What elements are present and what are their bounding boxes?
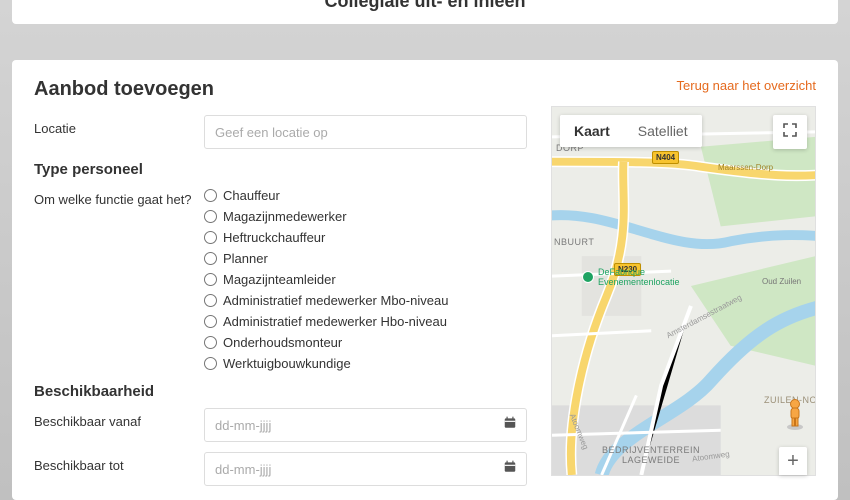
poi-label: DeFabrique Evenementenlocatie	[598, 267, 680, 287]
map-fullscreen-button[interactable]	[773, 115, 807, 149]
radio-onderhoudsmonteur[interactable]: Onderhoudsmonteur	[204, 335, 527, 350]
row-vanaf: Beschikbaar vanaf	[34, 408, 527, 442]
input-beschikbaar-vanaf[interactable]	[204, 408, 527, 442]
label-vanaf: Beschikbaar vanaf	[34, 408, 204, 429]
radio-input-werktuigbouwkundige[interactable]	[204, 357, 217, 370]
radio-admin-hbo[interactable]: Administratief medewerker Hbo-niveau	[204, 314, 527, 329]
radio-input-planner[interactable]	[204, 252, 217, 265]
map-type-satelliet-button[interactable]: Satelliet	[624, 115, 702, 147]
radio-input-admin-mbo[interactable]	[204, 294, 217, 307]
label-locatie: Locatie	[34, 115, 204, 136]
input-locatie[interactable]	[204, 115, 527, 149]
radio-input-magazijnteamleider[interactable]	[204, 273, 217, 286]
map-label-oudzuilen: Oud Zuilen	[762, 277, 801, 286]
radio-chauffeur[interactable]: Chauffeur	[204, 188, 527, 203]
radio-planner[interactable]: Planner	[204, 251, 527, 266]
radio-label: Administratief medewerker Mbo-niveau	[223, 293, 448, 308]
input-beschikbaar-tot[interactable]	[204, 452, 527, 486]
heading-beschikbaarheid: Beschikbaarheid	[34, 383, 527, 400]
map-label-lageweide: BEDRIJVENTERREIN LAGEWEIDE	[602, 445, 700, 465]
map-label-maarssen: Maarssen-Dorp	[718, 163, 773, 172]
row-functie: Om welke functie gaat het? Chauffeur Mag…	[34, 186, 527, 371]
label-tot: Beschikbaar tot	[34, 452, 204, 473]
radio-input-heftruckchauffeur[interactable]	[204, 231, 217, 244]
form-column: Aanbod toevoegen Locatie Type personeel …	[34, 78, 527, 482]
radio-list-functie: Chauffeur Magazijnmedewerker Heftruckcha…	[204, 186, 527, 371]
map-zoom-in-button[interactable]: +	[779, 447, 807, 475]
radio-input-chauffeur[interactable]	[204, 189, 217, 202]
radio-label: Administratief medewerker Hbo-niveau	[223, 314, 447, 329]
heading-type-personeel: Type personeel	[34, 161, 527, 178]
banner-title: Collegiale uit- en inleen	[324, 0, 525, 11]
map-type-control: Kaart Satelliet	[560, 115, 702, 147]
radio-magazijnmedewerker[interactable]: Magazijnmedewerker	[204, 209, 527, 224]
row-tot: Beschikbaar tot	[34, 452, 527, 486]
radio-label: Magazijnteamleider	[223, 272, 336, 287]
label-functie: Om welke functie gaat het?	[34, 186, 204, 207]
map-canvas[interactable]: DORP Maarssen-Dorp N404 NBUURT N230 DeFa…	[552, 107, 815, 475]
radio-label: Onderhoudsmonteur	[223, 335, 342, 350]
radio-input-magazijnmedewerker[interactable]	[204, 210, 217, 223]
plus-icon: +	[787, 450, 799, 473]
map-pegman[interactable]	[781, 397, 809, 431]
fullscreen-icon	[783, 123, 797, 142]
map-type-kaart-button[interactable]: Kaart	[560, 115, 624, 147]
radio-label: Planner	[223, 251, 268, 266]
page-title: Aanbod toevoegen	[34, 78, 527, 101]
radio-input-onderhoudsmonteur[interactable]	[204, 336, 217, 349]
map-panel[interactable]: DORP Maarssen-Dorp N404 NBUURT N230 DeFa…	[551, 106, 816, 476]
main-card: Terug naar het overzicht Aanbod toevoege…	[12, 60, 838, 500]
radio-werktuigbouwkundige[interactable]: Werktuigbouwkundige	[204, 356, 527, 371]
map-label-nbuurt: NBUURT	[554, 237, 594, 247]
radio-label: Werktuigbouwkundige	[223, 356, 351, 371]
radio-input-admin-hbo[interactable]	[204, 315, 217, 328]
poi-defabrique[interactable]: DeFabrique Evenementenlocatie	[582, 267, 680, 287]
row-locatie: Locatie	[34, 115, 527, 149]
radio-magazijnteamleider[interactable]: Magazijnteamleider	[204, 272, 527, 287]
radio-heftruckchauffeur[interactable]: Heftruckchauffeur	[204, 230, 527, 245]
road-shield-n404: N404	[652, 151, 679, 164]
radio-label: Chauffeur	[223, 188, 280, 203]
poi-icon	[582, 271, 594, 283]
back-to-overview-link[interactable]: Terug naar het overzicht	[677, 78, 816, 93]
radio-label: Heftruckchauffeur	[223, 230, 325, 245]
radio-admin-mbo[interactable]: Administratief medewerker Mbo-niveau	[204, 293, 527, 308]
radio-label: Magazijnmedewerker	[223, 209, 347, 224]
top-banner: Collegiale uit- en inleen	[12, 0, 838, 24]
